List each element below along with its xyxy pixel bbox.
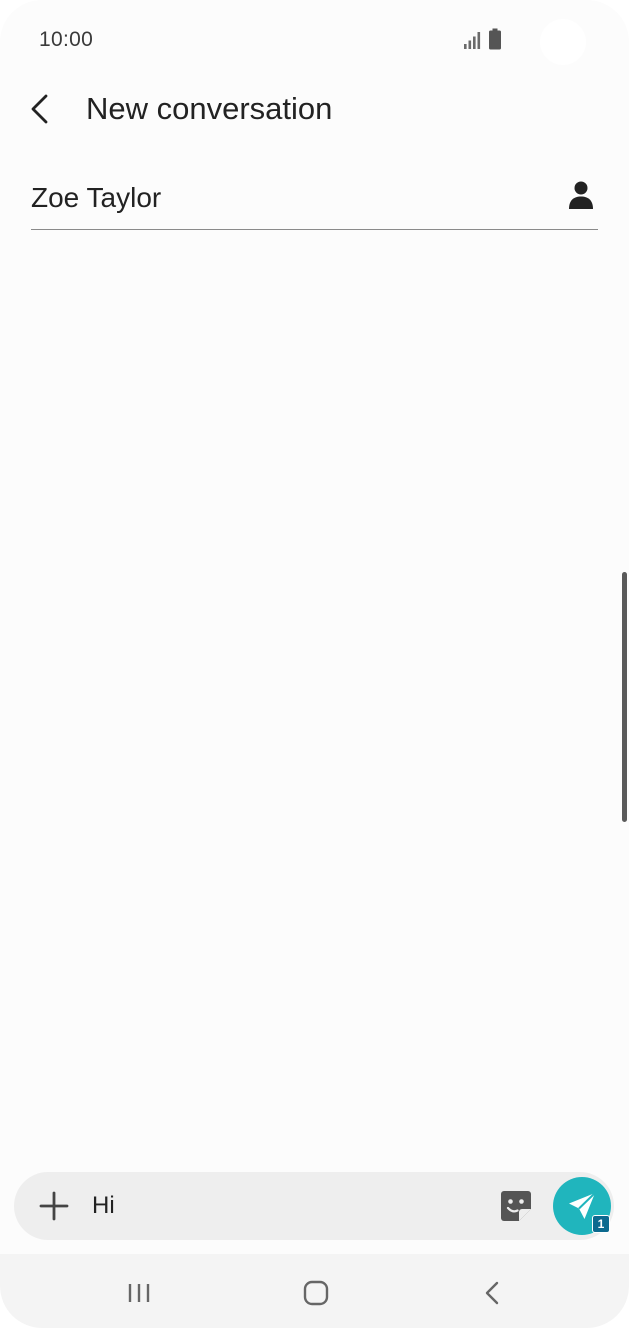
contact-picker-button[interactable] [568,180,594,212]
back-button[interactable] [22,88,58,128]
status-time: 10:00 [39,28,94,51]
scrollbar[interactable] [622,572,627,822]
person-icon [569,181,593,209]
chevron-left-icon [31,94,48,124]
add-attachment-button[interactable] [38,1190,70,1222]
message-composer: 1 [14,1172,614,1240]
sticker-button[interactable] [499,1189,533,1223]
signal-icon [464,32,481,49]
send-button[interactable]: 1 [553,1177,611,1235]
recipient-name: Zoe Taylor [31,182,162,213]
nav-home-button[interactable] [298,1278,334,1308]
message-input[interactable] [92,1186,482,1226]
camera-cutout [540,19,586,65]
back-icon [485,1281,499,1305]
phone-screen: 10:00 New conversation Zoe Taylor Hi 1 [0,0,629,1328]
sim-badge: 1 [592,1215,610,1233]
page-title: New conversation [86,91,333,126]
status-bar: 10:00 [0,0,629,80]
recents-icon [128,1284,150,1302]
navigation-bar [0,1254,629,1328]
nav-recents-button[interactable] [122,1278,158,1308]
nav-back-button[interactable] [474,1278,510,1308]
recipient-field[interactable]: Zoe Taylor [31,170,598,230]
plus-icon [39,1191,69,1221]
home-icon [303,1280,329,1306]
battery-icon [489,28,501,50]
sticker-icon [501,1191,531,1221]
header: New conversation [0,80,629,140]
